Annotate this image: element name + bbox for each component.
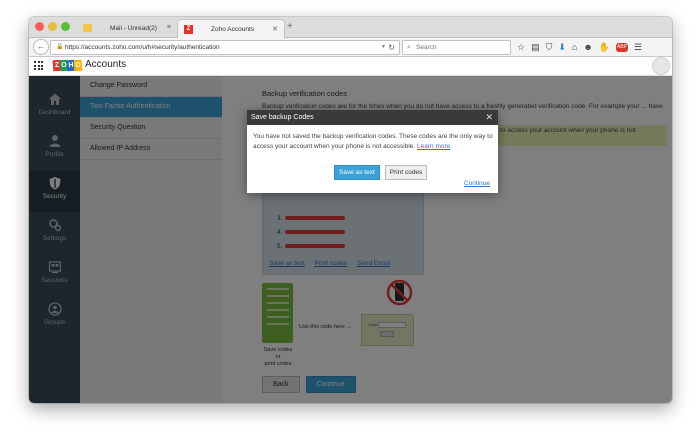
- logo-letter: O: [73, 59, 83, 72]
- search-input[interactable]: [416, 42, 504, 52]
- close-icon[interactable]: ✕: [485, 110, 493, 125]
- pocket-icon[interactable]: ⛉: [546, 42, 553, 53]
- back-arrow-icon[interactable]: ←: [33, 39, 49, 55]
- tab-bar: Mail - Unread(2) ≡ Z Zoho Accounts ✕ +: [29, 17, 672, 38]
- tab-mail-label: Mail - Unread(2): [110, 24, 157, 32]
- apps-grid-icon[interactable]: [34, 61, 43, 70]
- print-codes-button[interactable]: Print codes: [384, 165, 428, 180]
- url-text: https://accounts.zoho.com/u/h#security/a…: [65, 44, 220, 51]
- hand-icon[interactable]: ✋: [599, 42, 610, 53]
- maximize-window-button[interactable]: [61, 22, 70, 31]
- app-header: Z O H O Accounts: [29, 57, 672, 76]
- url-dropdown-icon[interactable]: ▾: [382, 41, 385, 54]
- url-bar[interactable]: 🔒 https://accounts.zoho.com/u/h#security…: [50, 40, 400, 55]
- dialog-message: You have not saved the backup verificati…: [253, 132, 493, 152]
- hamburger-menu-icon[interactable]: ☰: [634, 42, 642, 53]
- lock-icon: 🔒: [56, 44, 64, 50]
- tab-zoho-label: Zoho Accounts: [211, 25, 254, 33]
- tab-zoho-accounts[interactable]: Z Zoho Accounts ✕: [177, 19, 285, 38]
- avatar[interactable]: [652, 57, 670, 75]
- browser-window: Mail - Unread(2) ≡ Z Zoho Accounts ✕ + ←…: [29, 17, 672, 403]
- tab-menu-icon[interactable]: ≡: [167, 24, 171, 31]
- reload-icon[interactable]: ↻: [388, 41, 395, 54]
- minimize-window-button[interactable]: [48, 22, 57, 31]
- adblock-icon[interactable]: ABP: [616, 42, 629, 52]
- bookmark-star-icon[interactable]: ☆: [517, 42, 525, 53]
- learn-more-link[interactable]: Learn more: [417, 143, 450, 150]
- mail-favicon-icon: [83, 24, 92, 32]
- save-backup-codes-dialog: Save backup Codes ✕ You have not saved t…: [247, 110, 498, 193]
- dialog-title: Save backup Codes: [251, 114, 314, 121]
- nav-bar: ← 🔒 https://accounts.zoho.com/u/h#securi…: [29, 38, 672, 57]
- zoho-logo: Z O H O: [52, 59, 83, 72]
- reading-list-icon[interactable]: ▤: [531, 42, 540, 53]
- download-icon[interactable]: ⬇: [558, 42, 566, 53]
- dialog-continue-link[interactable]: Continue: [464, 180, 490, 187]
- dialog-header: Save backup Codes ✕: [247, 110, 498, 125]
- save-as-text-button[interactable]: Save as text: [334, 165, 380, 180]
- tab-mail[interactable]: Mail - Unread(2) ≡: [77, 19, 177, 37]
- close-window-button[interactable]: [35, 22, 44, 31]
- close-tab-icon[interactable]: ✕: [272, 25, 278, 33]
- search-bar[interactable]: ⌕: [402, 40, 511, 55]
- app-title: Accounts: [85, 59, 127, 70]
- new-tab-icon[interactable]: +: [287, 21, 293, 32]
- dialog-text: You have not saved the backup verificati…: [253, 133, 493, 150]
- dialog-buttons: Save as text Print codes: [334, 165, 428, 180]
- home-button-icon[interactable]: ⌂: [572, 42, 577, 52]
- chat-icon[interactable]: ☻: [583, 42, 592, 52]
- zoho-favicon-icon: Z: [184, 24, 193, 34]
- search-icon: ⌕: [407, 44, 411, 51]
- toolbar-icons: ☆ ▤ ⛉ ⬇ ⌂ ☻ ✋ ABP ☰: [517, 40, 642, 54]
